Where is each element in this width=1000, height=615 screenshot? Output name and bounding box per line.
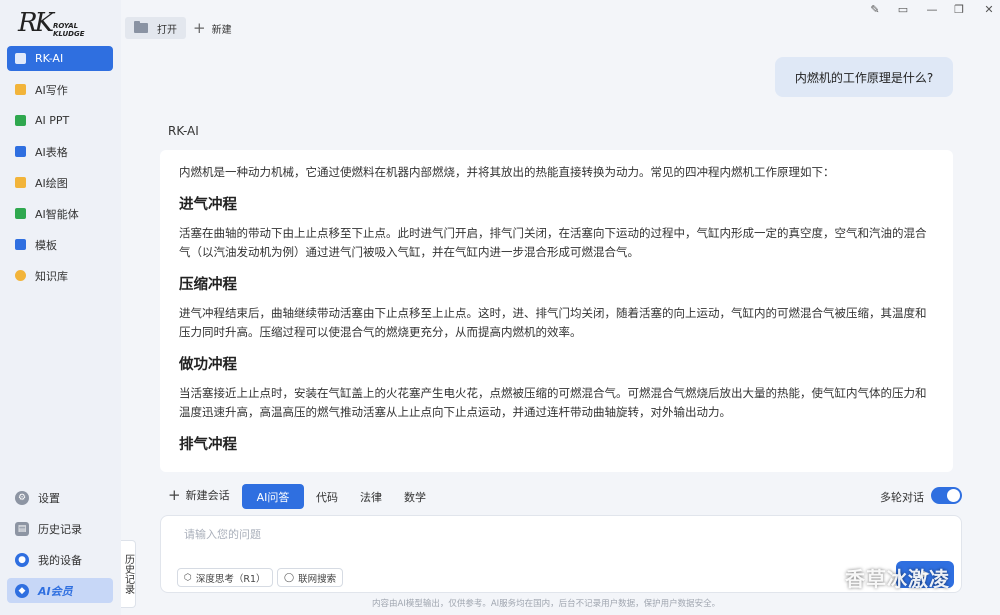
- open-tab[interactable]: 打开: [125, 17, 186, 39]
- edit-icon[interactable]: ✎: [868, 2, 882, 16]
- gear-icon: ⚙: [15, 490, 29, 505]
- knowledge-icon: [15, 270, 26, 281]
- disclaimer-text: 内容由AI模型输出，仅供参考。AI服务均在国内，后台不记录用户数据，保护用户数据…: [372, 599, 721, 609]
- section-heading: 进气冲程: [179, 197, 237, 213]
- restore-icon[interactable]: ❐: [952, 2, 966, 16]
- sidebar-item-rk-ai[interactable]: RK-AI: [7, 46, 113, 71]
- feedback-icon[interactable]: ▭: [896, 2, 910, 16]
- sidebar-item-label: AI表格: [35, 145, 68, 159]
- section-heading: 做功冲程: [179, 357, 237, 373]
- tab-ai-qa[interactable]: AI问答: [242, 484, 304, 509]
- watermark-text: 香草冰激凌: [845, 567, 950, 591]
- sidebar-item-template[interactable]: 模板: [7, 232, 113, 257]
- new-tab-label: 新建: [211, 24, 232, 36]
- new-tab-button[interactable]: + 新建: [193, 17, 232, 39]
- tab-law[interactable]: 法律: [354, 484, 388, 509]
- sidebar-item-knowledge-base[interactable]: 知识库: [7, 263, 113, 288]
- sidebar-item-label: 知识库: [35, 269, 68, 283]
- sidebar-item-label: AI PPT: [35, 114, 70, 127]
- sidebar-item-settings[interactable]: ⚙ 设置: [7, 485, 113, 510]
- cube-icon: ⬡: [184, 572, 192, 583]
- template-icon: [15, 239, 26, 250]
- web-search-label: 联网搜索: [298, 573, 337, 585]
- section-heading: 压缩冲程: [179, 277, 237, 293]
- sidebar-item-label: AI智能体: [35, 207, 79, 221]
- sidebar-item-label: 我的设备: [38, 553, 82, 567]
- bot-answer-card: 内燃机是一种动力机械，它通过使燃料在机器内部燃烧，并将其放出的热能直接转换为动力…: [160, 150, 953, 472]
- sidebar-item-ai-ppt[interactable]: AI PPT: [7, 108, 113, 133]
- sidebar-item-label: AI绘图: [35, 176, 68, 190]
- new-chat-label: 新建会话: [185, 489, 230, 502]
- sidebar-item-label: 历史记录: [38, 522, 82, 536]
- sidebar-item-ai-drawing[interactable]: AI绘图: [7, 170, 113, 195]
- table-icon: [15, 146, 26, 157]
- agent-icon: [15, 208, 26, 219]
- section-body: 活塞在曲轴的带动下由上止点移至下止点。此时进气门开启，排气门关闭，在活塞向下运动…: [179, 226, 927, 259]
- sidebar-item-ai-writing[interactable]: AI写作: [7, 77, 113, 102]
- chat-toolbar: + 新建会话 AI问答 代码 法律 数学 多轮对话: [160, 483, 962, 509]
- user-message-text: 内燃机的工作原理是什么?: [794, 70, 934, 85]
- sidebar-item-label: 模板: [35, 238, 57, 252]
- tab-math[interactable]: 数学: [398, 484, 432, 509]
- royal-kludge-logo: RK ROYAL KLUDGE: [18, 8, 98, 42]
- drawing-icon: [15, 177, 26, 188]
- logo-subtext: ROYAL KLUDGE: [53, 22, 85, 38]
- history-side-tab[interactable]: 历史记录: [121, 540, 136, 608]
- section-body: 当活塞接近上止点时，安装在气缸盖上的火花塞产生电火花，点燃被压缩的可燃混合气。可…: [179, 386, 927, 419]
- sidebar-item-ai-vip[interactable]: ◆ AI会员: [7, 578, 113, 603]
- vip-icon: ◆: [15, 583, 29, 598]
- plus-icon: +: [168, 485, 181, 504]
- sidebar-bottom-nav: ⚙ 设置 ▤ 历史记录 ● 我的设备 ◆ AI会员: [7, 485, 113, 609]
- multi-turn-toggle[interactable]: [931, 487, 962, 504]
- writing-icon: [15, 84, 26, 95]
- folder-icon: [134, 21, 148, 33]
- globe-icon: ◯: [284, 572, 295, 583]
- sidebar-item-ai-table[interactable]: AI表格: [7, 139, 113, 164]
- sidebar-nav: RK-AI AI写作 AI PPT AI表格 AI绘图 AI智能体 模板 知识库: [7, 46, 113, 294]
- plus-icon: +: [193, 18, 206, 37]
- tab-code[interactable]: 代码: [310, 484, 344, 509]
- sidebar-item-label: 设置: [38, 491, 60, 505]
- deep-think-button[interactable]: ⬡ 深度思考（R1）: [177, 568, 273, 587]
- deep-think-label: 深度思考（R1）: [195, 573, 266, 585]
- bot-name-label: RK-AI: [168, 124, 199, 138]
- sidebar-item-label: RK-AI: [35, 52, 64, 65]
- web-search-button[interactable]: ◯ 联网搜索: [277, 568, 344, 587]
- sidebar-item-label: AI写作: [35, 83, 68, 97]
- history-icon: ▤: [15, 521, 29, 536]
- new-chat-button[interactable]: + 新建会话: [168, 487, 230, 503]
- top-bar: 打开 + 新建 ✎ ▭ — ❐ ✕: [121, 0, 1000, 42]
- chat-input-box[interactable]: 请输入您的问题 ⬡ 深度思考（R1） ◯ 联网搜索 ➤: [160, 515, 962, 593]
- logo-mark: RK: [18, 8, 54, 38]
- sidebar-item-label: AI会员: [38, 584, 73, 598]
- section-heading: 排气冲程: [179, 437, 237, 453]
- section-body: 进气冲程结束后，曲轴继续带动活塞由下止点移至上止点。这时，进、排气门均关闭，随着…: [179, 306, 927, 339]
- sidebar: RK ROYAL KLUDGE RK-AI AI写作 AI PPT AI表格 A…: [0, 0, 121, 615]
- rk-ai-icon: [15, 53, 26, 64]
- ppt-icon: [15, 115, 26, 126]
- answer-intro: 内燃机是一种动力机械，它通过使燃料在机器内部燃烧，并将其放出的热能直接转换为动力…: [179, 165, 835, 179]
- minimize-icon[interactable]: —: [925, 2, 939, 16]
- sidebar-item-history[interactable]: ▤ 历史记录: [7, 516, 113, 541]
- multi-turn-label: 多轮对话: [880, 491, 924, 504]
- device-icon: ●: [15, 552, 29, 567]
- sidebar-item-ai-agent[interactable]: AI智能体: [7, 201, 113, 226]
- sidebar-item-my-devices[interactable]: ● 我的设备: [7, 547, 113, 572]
- open-tab-label: 打开: [157, 24, 177, 36]
- chat-input-placeholder[interactable]: 请输入您的问题: [184, 526, 261, 542]
- user-message-bubble: 内燃机的工作原理是什么?: [775, 57, 953, 97]
- close-icon[interactable]: ✕: [982, 2, 996, 16]
